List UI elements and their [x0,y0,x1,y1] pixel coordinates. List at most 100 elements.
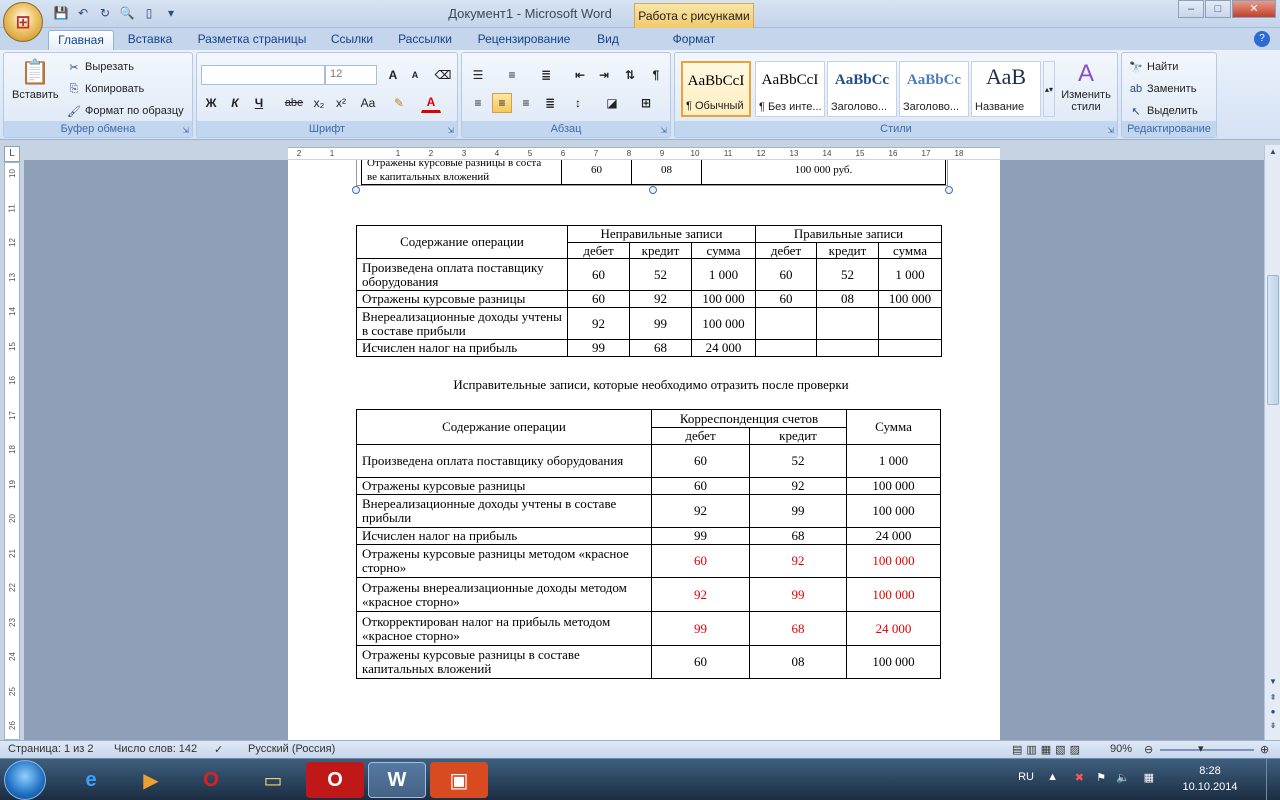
scroll-thumb[interactable] [1267,275,1279,405]
show-desktop-button[interactable] [1266,759,1280,800]
document-page[interactable]: Отражены курсовые разницы в соста ве капи… [288,160,1000,740]
find-button[interactable]: 🔭 Найти [1128,59,1178,75]
paste-button[interactable]: 📋 Вставить [12,57,59,102]
zoom-slider-thumb-icon[interactable]: ▾ [1198,742,1204,755]
shrink-font-button[interactable]: A [405,65,425,85]
resize-handle[interactable] [352,186,360,194]
start-button[interactable] [4,760,46,800]
numbering-icon[interactable]: ≡ [502,65,522,85]
pilcrow-icon[interactable]: ¶ [646,65,666,85]
style-heading-2[interactable]: AaBbCc Заголово... [899,61,969,117]
clear-format-icon[interactable]: ⌫ [433,65,453,85]
keyboard-language[interactable]: RU [1018,771,1034,783]
proofing-icon[interactable]: ✓ [214,743,223,756]
decrease-indent-icon[interactable]: ⇤ [570,65,590,85]
sort-icon[interactable]: ⇅ [620,65,640,85]
help-icon[interactable]: ? [1254,31,1270,47]
internet-explorer-icon[interactable]: e [62,762,120,798]
align-center-icon[interactable]: ≡ [492,93,512,113]
change-case-button[interactable]: Aa [355,93,381,113]
opera-app-icon[interactable]: O [306,762,364,798]
bullets-icon[interactable]: ☰ [468,65,488,85]
resize-handle[interactable] [649,186,657,194]
resize-handle[interactable] [945,186,953,194]
copy-button[interactable]: ⎘ Копировать [66,81,145,97]
zoom-slider[interactable] [1160,749,1254,751]
style-normal[interactable]: AaBbCcI ¶ Обычный [681,61,751,117]
scroll-down-icon[interactable]: ▼ [1265,677,1280,691]
replace-button[interactable]: ab Заменить [1128,81,1197,97]
minimize-button[interactable]: – [1178,0,1204,18]
prev-page-icon[interactable]: ⇞ [1265,693,1280,707]
cut-button[interactable]: ✂ Вырезать [66,59,134,75]
format-painter-button[interactable]: 🖌 Формат по образцу [66,103,184,119]
presentation-app-icon[interactable]: ▣ [430,762,488,798]
underline-button[interactable]: Ч [249,93,269,113]
page-count[interactable]: Страница: 1 из 2 [8,743,94,755]
antivirus-icon[interactable]: ✖ [1075,771,1084,784]
volume-icon[interactable]: 🔈 [1116,771,1130,784]
style-no-spacing[interactable]: AaBbCcI ¶ Без инте... [755,61,825,117]
vertical-ruler[interactable]: 10 11 12 13 14 15 16 17 18 19 20 21 22 23 24 25 26 [4,162,20,740]
view-buttons-icon[interactable]: ▤▥▦▧▨ [1012,743,1084,756]
next-page-icon[interactable]: ⇟ [1265,721,1280,735]
change-styles-button[interactable]: A Изменить стили [1059,59,1113,113]
clock-time[interactable]: 8:28 [1180,765,1240,777]
horizontal-ruler[interactable]: 2 1 1 2 3 4 5 6 7 8 9 10 11 12 13 14 15 16 17 18 [288,147,1000,159]
tab-format[interactable]: Формат [658,30,730,50]
close-button[interactable]: ✕ [1232,0,1276,18]
action-center-icon[interactable]: ⚑ [1096,771,1106,784]
bold-button[interactable]: Ж [201,93,221,113]
tab-home[interactable]: Главная [48,30,114,50]
superscript-button[interactable]: x² [331,93,351,113]
font-color-icon[interactable]: A [421,93,441,113]
zoom-out-icon[interactable]: ⊖ [1144,743,1153,756]
word-count[interactable]: Число слов: 142 [114,743,197,755]
show-hidden-icons-icon[interactable]: ▲ [1047,771,1058,783]
style-title[interactable]: АаВ Название [971,61,1041,117]
multilevel-list-icon[interactable]: ≣ [536,65,556,85]
font-name-input[interactable] [201,65,325,85]
tab-selector-icon[interactable]: L [4,146,20,162]
zoom-in-icon[interactable]: ⊕ [1260,743,1269,756]
dialog-launcher-icon[interactable]: ⇲ [1107,126,1114,135]
office-button[interactable]: ⊞ [3,2,43,42]
shading-icon[interactable]: ◪ [602,93,622,113]
tab-mailings[interactable]: Рассылки [390,30,460,50]
vertical-scrollbar[interactable]: ▲ ▼ ⇞ ● ⇟ [1264,145,1280,740]
highlight-icon[interactable]: ✎ [389,93,409,113]
scroll-up-icon[interactable]: ▲ [1265,147,1280,161]
increase-indent-icon[interactable]: ⇥ [594,65,614,85]
align-right-icon[interactable]: ≡ [516,93,536,113]
tab-page-layout[interactable]: Разметка страницы [190,30,314,50]
dialog-launcher-icon[interactable]: ⇲ [447,126,454,135]
tab-references[interactable]: Ссылки [324,30,380,50]
justify-icon[interactable]: ≣ [540,93,560,113]
style-heading-1[interactable]: AaBbCc Заголово... [827,61,897,117]
line-spacing-icon[interactable]: ↕ [568,93,588,113]
word-taskbar-icon[interactable]: W [368,762,426,798]
styles-scroll-icon[interactable]: ▴▾ [1043,61,1055,117]
tab-review[interactable]: Рецензирование [468,30,580,50]
italic-button[interactable]: К [225,93,245,113]
align-left-icon[interactable]: ≡ [468,93,488,113]
selected-picture[interactable]: Отражены курсовые разницы в соста ве капи… [356,160,948,186]
select-button[interactable]: ↖ Выделить [1128,103,1197,119]
grow-font-button[interactable]: A [383,65,403,85]
zoom-level[interactable]: 90% [1110,743,1132,755]
language-indicator[interactable]: Русский (Россия) [248,743,335,755]
dialog-launcher-icon[interactable]: ⇲ [182,126,189,135]
font-size-input[interactable]: 12 [325,65,377,85]
tab-insert[interactable]: Вставка [120,30,180,50]
maximize-button[interactable]: □ [1205,0,1231,18]
strikethrough-button[interactable]: abe [281,93,307,113]
explorer-folder-icon[interactable]: ▭ [244,762,302,798]
opera-icon[interactable]: O [182,762,240,798]
browse-object-icon[interactable]: ● [1265,707,1280,721]
dialog-launcher-icon[interactable]: ⇲ [660,126,667,135]
tab-view[interactable]: Вид [588,30,628,50]
network-icon[interactable]: ▦ [1144,771,1154,784]
subscript-button[interactable]: x₂ [309,93,329,113]
media-player-icon[interactable]: ▶ [122,762,180,798]
borders-icon[interactable]: ⊞ [636,93,656,113]
